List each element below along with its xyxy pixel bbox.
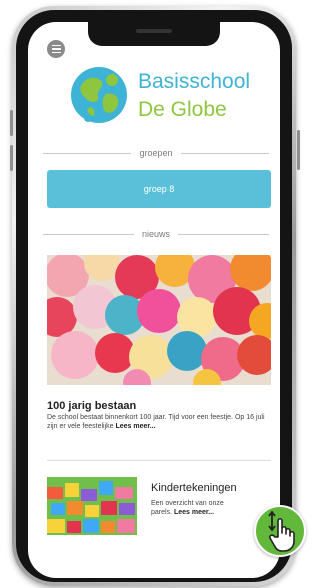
balloons-photo <box>47 255 271 385</box>
scroll-gesture-badge <box>254 505 306 557</box>
read-more-link[interactable]: Lees meer... <box>115 423 155 430</box>
globe-logo-icon <box>71 67 127 123</box>
news-divider: nieuws <box>43 228 269 240</box>
news-image-balloons[interactable] <box>47 255 271 385</box>
phone-notch <box>88 22 220 46</box>
school-logo[interactable]: Basisschool De Globe <box>68 60 268 130</box>
power-button <box>297 130 300 170</box>
group-8-button[interactable]: groep 8 <box>47 170 271 208</box>
groups-divider: groepen <box>43 147 269 159</box>
menu-button[interactable] <box>47 40 65 58</box>
volume-button <box>10 110 13 136</box>
news-separator <box>47 460 271 461</box>
logo-title-line2: De Globe <box>138 98 227 121</box>
read-more-link[interactable]: Lees meer... <box>174 509 214 516</box>
news-item-text: De school bestaat binnenkort 100 jaar. T… <box>47 413 273 431</box>
hamburger-icon-line <box>51 48 61 50</box>
news-section-label: nieuws <box>142 229 171 239</box>
news-thumbnail-drawings[interactable] <box>47 477 137 535</box>
logo-title-line1: Basisschool <box>138 70 251 93</box>
hamburger-icon <box>51 44 61 47</box>
volume-button <box>10 145 13 171</box>
hamburger-icon-line <box>51 51 61 54</box>
news-item-title[interactable]: Kindertekeningen <box>151 482 237 494</box>
groups-section-label: groepen <box>139 148 173 158</box>
hand-scroll-icon <box>268 510 295 552</box>
news-item-title[interactable]: 100 jarig bestaan <box>47 400 136 412</box>
drawings-photo <box>47 477 137 535</box>
speaker-grill <box>136 29 172 33</box>
news-item-text: Een overzicht van onze parels. Lees meer… <box>151 499 241 517</box>
